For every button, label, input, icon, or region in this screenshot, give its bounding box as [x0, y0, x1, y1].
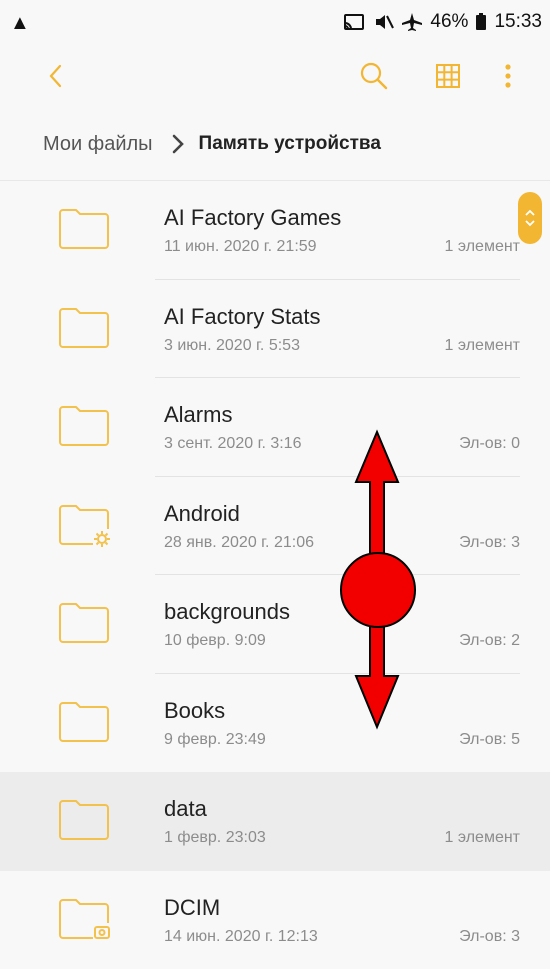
file-count: Эл-ов: 2: [459, 632, 520, 650]
chevron-right-icon: [171, 133, 185, 155]
battery-percent: 46%: [430, 11, 468, 33]
file-count: 1 элемент: [445, 238, 520, 256]
file-date: 1 февр. 23:03: [164, 829, 266, 847]
back-button[interactable]: [34, 54, 78, 98]
list-item[interactable]: data 1 февр. 23:03 1 элемент: [0, 772, 550, 871]
grid-view-icon: [434, 62, 462, 90]
search-icon: [359, 61, 389, 91]
breadcrumb: Мои файлы Память устройства: [0, 108, 550, 181]
file-count: Эл-ов: 0: [459, 435, 520, 453]
clock: 15:33: [494, 11, 542, 33]
fast-scroll-thumb[interactable]: [518, 192, 542, 244]
file-date: 3 сент. 2020 г. 3:16: [164, 435, 301, 453]
toolbar: [0, 44, 550, 106]
more-vert-icon: [503, 62, 513, 90]
list-item[interactable]: Alarms 3 сент. 2020 г. 3:16 Эл-ов: 0: [0, 378, 550, 477]
file-count: Эл-ов: 3: [459, 534, 520, 552]
file-list: AI Factory Games 11 июн. 2020 г. 21:59 1…: [0, 181, 550, 969]
list-item[interactable]: AI Factory Stats 3 июн. 2020 г. 5:53 1 э…: [0, 280, 550, 379]
chevron-down-icon: [525, 220, 535, 227]
file-name: AI Factory Stats: [164, 304, 321, 330]
camera-folder-icon: [57, 897, 111, 941]
folder-icon: [57, 306, 111, 350]
list-item[interactable]: AI Factory Games 11 июн. 2020 г. 21:59 1…: [0, 181, 550, 280]
breadcrumb-my-files[interactable]: Мои файлы: [43, 133, 153, 156]
breadcrumb-device-storage: Память устройства: [199, 133, 381, 155]
battery-icon: [475, 13, 487, 31]
file-name: AI Factory Games: [164, 205, 341, 231]
list-item[interactable]: DCIM 14 июн. 2020 г. 12:13 Эл-ов: 3: [0, 871, 550, 969]
file-name: backgrounds: [164, 599, 290, 625]
chevron-up-icon: [525, 209, 535, 216]
view-mode-button[interactable]: [426, 54, 470, 98]
file-date: 11 июн. 2020 г. 21:59: [164, 238, 317, 256]
folder-icon: [57, 404, 111, 448]
file-date: 9 февр. 23:49: [164, 731, 266, 749]
file-date: 28 янв. 2020 г. 21:06: [164, 534, 314, 552]
cast-icon: [343, 13, 365, 31]
file-date: 3 июн. 2020 г. 5:53: [164, 337, 300, 355]
chevron-left-icon: [46, 62, 66, 90]
status-bar: ▲ 46% 15:33: [0, 0, 550, 44]
search-button[interactable]: [352, 54, 396, 98]
system-folder-icon: [57, 503, 111, 547]
airplane-icon: [401, 13, 423, 31]
list-item[interactable]: Android 28 янв. 2020 г. 21:06 Эл-ов: 3: [0, 477, 550, 576]
file-name: DCIM: [164, 895, 220, 921]
file-name: Alarms: [164, 402, 232, 428]
file-count: 1 элемент: [445, 829, 520, 847]
folder-icon: [57, 207, 111, 251]
folder-icon: [57, 601, 111, 645]
list-item[interactable]: Books 9 февр. 23:49 Эл-ов: 5: [0, 674, 550, 773]
more-options-button[interactable]: [486, 54, 530, 98]
folder-icon: [57, 798, 111, 842]
file-name: Books: [164, 698, 225, 724]
file-date: 10 февр. 9:09: [164, 632, 266, 650]
file-count: Эл-ов: 5: [459, 731, 520, 749]
folder-icon: [57, 700, 111, 744]
file-name: data: [164, 796, 207, 822]
status-icons: 46% 15:33: [343, 11, 542, 33]
warning-icon: ▲: [10, 12, 30, 35]
file-count: 1 элемент: [445, 337, 520, 355]
list-item[interactable]: backgrounds 10 февр. 9:09 Эл-ов: 2: [0, 575, 550, 674]
mute-icon: [372, 13, 394, 31]
file-name: Android: [164, 501, 240, 527]
